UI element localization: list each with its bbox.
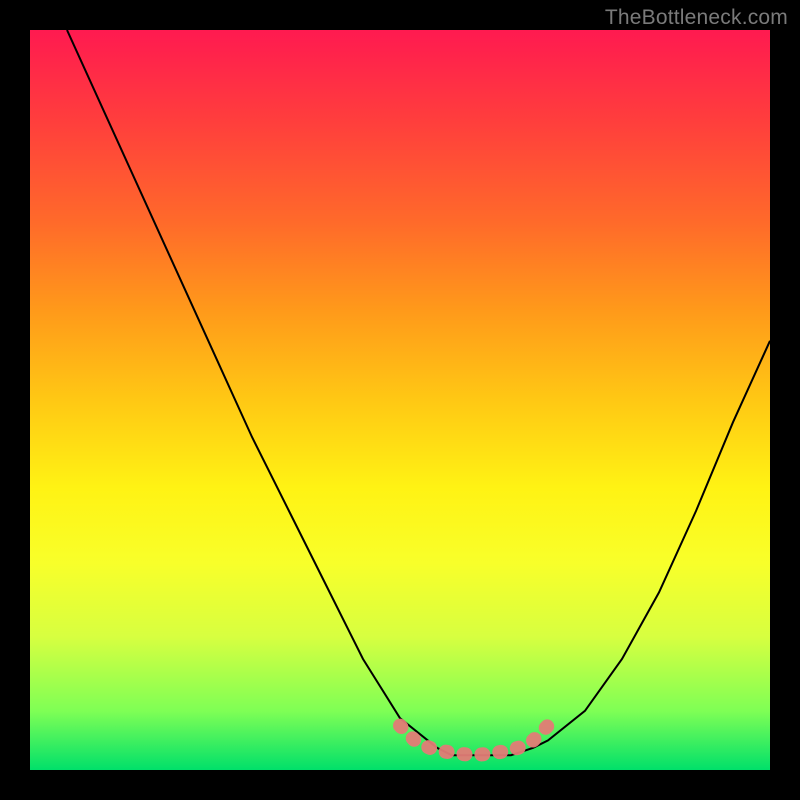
main-curve — [67, 30, 770, 755]
watermark-text: TheBottleneck.com — [605, 6, 788, 30]
chart-canvas — [30, 30, 770, 770]
chart-frame: TheBottleneck.com — [0, 0, 800, 800]
plot-area — [30, 30, 770, 770]
curve-group — [67, 30, 770, 755]
